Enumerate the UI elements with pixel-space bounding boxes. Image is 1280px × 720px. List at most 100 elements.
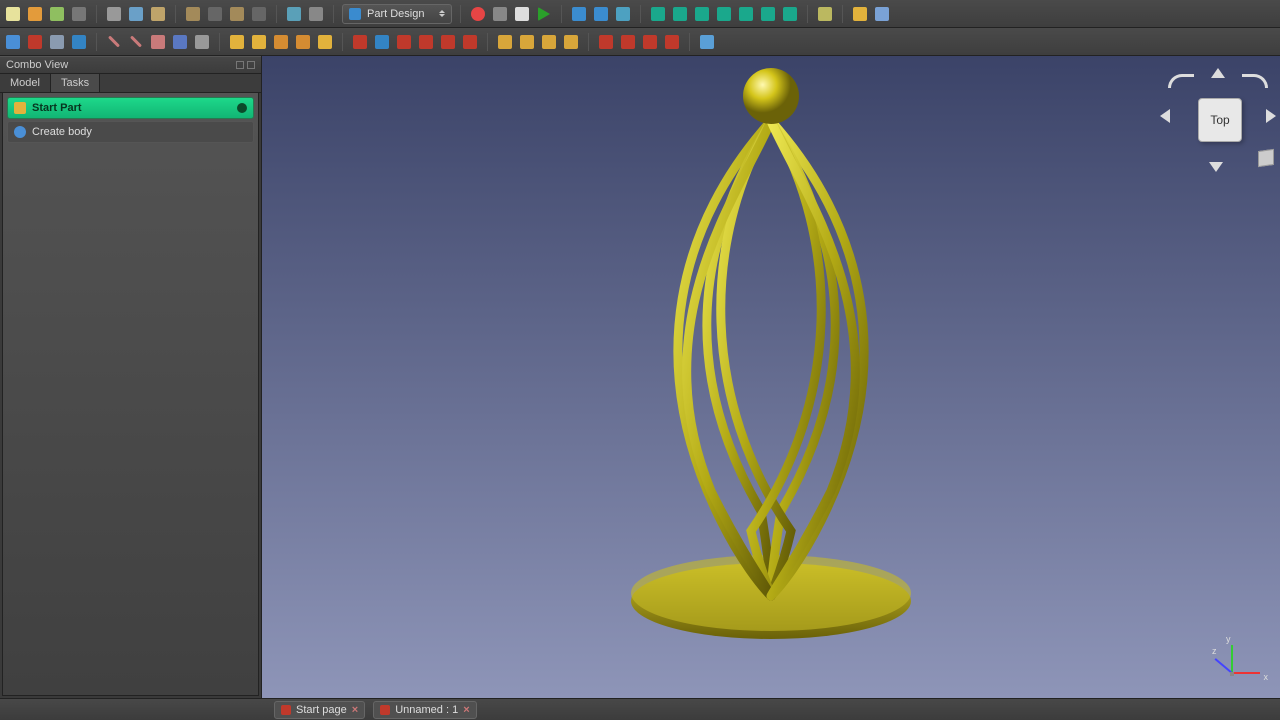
tasks-panel-body: Start Part Create body [2, 93, 259, 696]
main-toolbar-row-2 [0, 28, 1280, 56]
axis-z-label: z [1212, 646, 1217, 656]
draw-style-icon[interactable] [614, 5, 632, 23]
sweep-icon[interactable] [294, 33, 312, 51]
axis-y-label: y [1226, 634, 1231, 644]
combo-view-tabs: ModelTasks [0, 74, 261, 93]
panel-float-icon[interactable] [236, 61, 244, 69]
document-tab[interactable]: Unnamed : 1 × [373, 701, 476, 719]
plane-icon[interactable] [149, 33, 167, 51]
link-sub-icon[interactable] [26, 33, 44, 51]
navcube-rotate-ccw-icon[interactable] [1168, 74, 1194, 88]
navcube-rotate-cw-icon[interactable] [1242, 74, 1268, 88]
loft-icon[interactable] [272, 33, 290, 51]
save-icon[interactable] [48, 5, 66, 23]
document-tab[interactable]: Start page × [274, 701, 365, 719]
group-icon[interactable] [873, 5, 891, 23]
document-tab-label: Start page [296, 704, 347, 716]
combo-view-panel: Combo View ModelTasks Start Part Create b… [0, 56, 262, 698]
right-icon[interactable] [715, 5, 733, 23]
pocket-icon[interactable] [351, 33, 369, 51]
linear-icon[interactable] [619, 33, 637, 51]
line2-icon[interactable] [127, 33, 145, 51]
open-icon[interactable] [26, 5, 44, 23]
panel-title-label: Combo View [6, 59, 68, 71]
play-icon[interactable] [535, 5, 553, 23]
copy-icon[interactable] [127, 5, 145, 23]
shapebinder-icon[interactable] [193, 33, 211, 51]
link-group-icon[interactable] [70, 33, 88, 51]
refresh-icon[interactable] [285, 5, 303, 23]
chamfer-icon[interactable] [518, 33, 536, 51]
print-icon[interactable] [70, 5, 88, 23]
doc-icon [380, 705, 390, 715]
bottom-icon[interactable] [759, 5, 777, 23]
polar-icon[interactable] [641, 33, 659, 51]
task-label: Start Part [32, 102, 82, 114]
revolve-icon[interactable] [250, 33, 268, 51]
pad-icon[interactable] [228, 33, 246, 51]
panel-close-icon[interactable] [247, 61, 255, 69]
main-toolbar-row-1: Part Design [0, 0, 1280, 28]
navcube-down-arrow-icon[interactable] [1209, 162, 1223, 172]
document-tab-label: Unnamed : 1 [395, 704, 458, 716]
task-create-body[interactable]: Create body [7, 121, 254, 143]
collapse-dot-icon[interactable] [237, 103, 247, 113]
link-icon[interactable] [4, 33, 22, 51]
helix-icon[interactable] [316, 33, 334, 51]
fillet-icon[interactable] [496, 33, 514, 51]
cut-icon[interactable] [105, 5, 123, 23]
mirror-icon[interactable] [597, 33, 615, 51]
workbench-selector[interactable]: Part Design [342, 4, 452, 24]
rear-icon[interactable] [737, 5, 755, 23]
navcube-left-arrow-icon[interactable] [1160, 109, 1170, 123]
iso-icon[interactable] [649, 5, 667, 23]
record-icon[interactable] [469, 5, 487, 23]
navigation-cube[interactable]: Top [1168, 68, 1268, 168]
line-icon[interactable] [105, 33, 123, 51]
cs-icon[interactable] [171, 33, 189, 51]
workbench-label: Part Design [367, 8, 424, 20]
import-icon[interactable] [48, 33, 66, 51]
top-icon[interactable] [693, 5, 711, 23]
groove-icon[interactable] [395, 33, 413, 51]
fit-all-icon[interactable] [570, 5, 588, 23]
sub-sweep-icon[interactable] [439, 33, 457, 51]
whats-this-icon[interactable] [307, 5, 325, 23]
edit-macro-icon[interactable] [513, 5, 531, 23]
tab-model[interactable]: Model [0, 74, 51, 92]
navcube-right-arrow-icon[interactable] [1266, 109, 1276, 123]
multi-icon[interactable] [663, 33, 681, 51]
draft-icon[interactable] [540, 33, 558, 51]
part-icon[interactable] [851, 5, 869, 23]
stop-icon[interactable] [491, 5, 509, 23]
axis-x-label: x [1264, 672, 1269, 682]
combo-view-title: Combo View [0, 56, 261, 74]
doc-icon [281, 705, 291, 715]
undo-menu-icon[interactable] [206, 5, 224, 23]
undo-icon[interactable] [184, 5, 202, 23]
measure-icon[interactable] [816, 5, 834, 23]
sub-helix-icon[interactable] [461, 33, 479, 51]
task-label: Create body [32, 126, 92, 138]
navcube-mini-icon[interactable] [1258, 149, 1274, 167]
boolean-icon[interactable] [698, 33, 716, 51]
new-file-icon[interactable] [4, 5, 22, 23]
left-icon[interactable] [781, 5, 799, 23]
fit-sel-icon[interactable] [592, 5, 610, 23]
tab-tasks[interactable]: Tasks [51, 74, 100, 92]
navcube-face-button[interactable]: Top [1198, 98, 1242, 142]
3d-viewport[interactable]: Top x y z [262, 56, 1280, 698]
front-icon[interactable] [671, 5, 689, 23]
close-tab-icon[interactable]: × [463, 704, 469, 716]
paste-icon[interactable] [149, 5, 167, 23]
redo-menu-icon[interactable] [250, 5, 268, 23]
navcube-up-arrow-icon[interactable] [1211, 68, 1225, 78]
hole-icon[interactable] [373, 33, 391, 51]
sub-loft-icon[interactable] [417, 33, 435, 51]
status-bar: Start page × Unnamed : 1 × [0, 698, 1280, 720]
part-icon [14, 102, 26, 114]
redo-icon[interactable] [228, 5, 246, 23]
task-start-part[interactable]: Start Part [7, 97, 254, 119]
close-tab-icon[interactable]: × [352, 704, 358, 716]
thickness-icon[interactable] [562, 33, 580, 51]
